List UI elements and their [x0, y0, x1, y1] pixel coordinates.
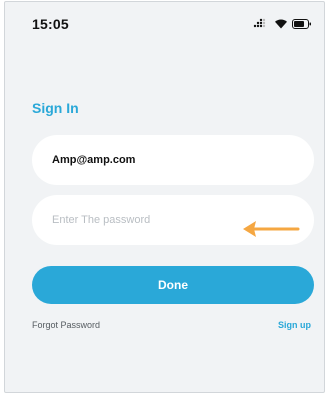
signal-icon — [253, 18, 266, 28]
page-title: Sign In — [32, 100, 79, 116]
email-field[interactable]: Amp@amp.com — [32, 135, 314, 185]
arrow-left-icon — [243, 221, 300, 237]
done-button[interactable]: Done — [32, 266, 314, 304]
status-bar: 15:05 — [5, 2, 324, 38]
email-value: Amp@amp.com — [52, 154, 136, 166]
status-time: 15:05 — [32, 16, 69, 32]
phone-screen: 15:05 Sign In Amp@amp.com Done Forgot Pa… — [4, 1, 325, 393]
sign-up-link[interactable]: Sign up — [278, 320, 311, 330]
wifi-icon — [275, 19, 287, 29]
status-icons — [253, 18, 312, 29]
forgot-password-link[interactable]: Forgot Password — [32, 320, 100, 330]
battery-icon — [292, 18, 311, 29]
